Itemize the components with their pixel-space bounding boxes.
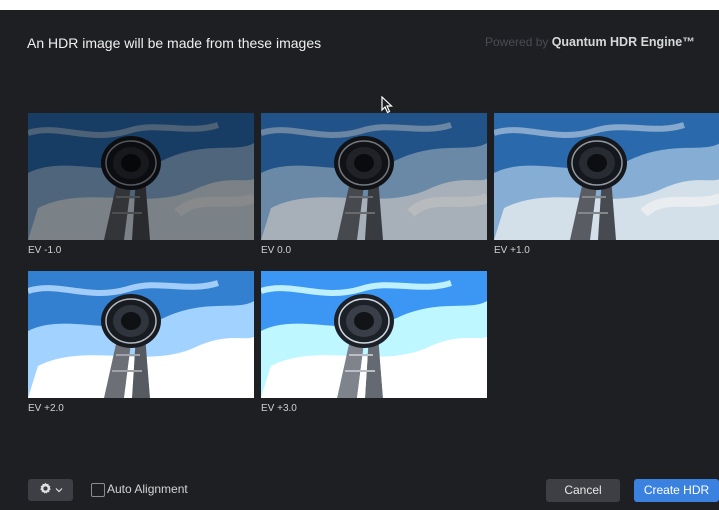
thumbnail-ev-plus-1[interactable] <box>494 113 719 240</box>
ev-label: EV +1.0 <box>494 245 530 256</box>
powered-by-prefix: Powered by <box>485 35 552 49</box>
dialog-title: An HDR image will be made from these ima… <box>27 35 322 51</box>
ev-label: EV +2.0 <box>28 403 64 414</box>
chevron-down-icon <box>55 484 63 496</box>
thumbnail-ev-minus-1[interactable] <box>28 113 254 240</box>
thumbnail-ev-0[interactable] <box>261 113 487 240</box>
auto-alignment-label[interactable]: Auto Alignment <box>107 482 188 496</box>
mouse-cursor-icon <box>381 95 394 114</box>
settings-menu-button[interactable] <box>28 479 73 501</box>
hdr-merge-dialog: An HDR image will be made from these ima… <box>0 10 719 510</box>
thumbnail-ev-plus-2[interactable] <box>28 271 254 398</box>
engine-name: Quantum HDR Engine™ <box>551 35 695 49</box>
thumbnail-ev-plus-3[interactable] <box>261 271 487 398</box>
cancel-button[interactable]: Cancel <box>546 479 620 502</box>
auto-alignment-checkbox[interactable] <box>91 483 105 497</box>
ev-label: EV -1.0 <box>28 245 62 256</box>
powered-by-text: Powered by Quantum HDR Engine™ <box>485 35 695 49</box>
create-hdr-button[interactable]: Create HDR <box>634 479 719 502</box>
ev-label: EV +3.0 <box>261 403 297 414</box>
gear-icon <box>39 482 52 498</box>
ev-label: EV 0.0 <box>261 245 292 256</box>
